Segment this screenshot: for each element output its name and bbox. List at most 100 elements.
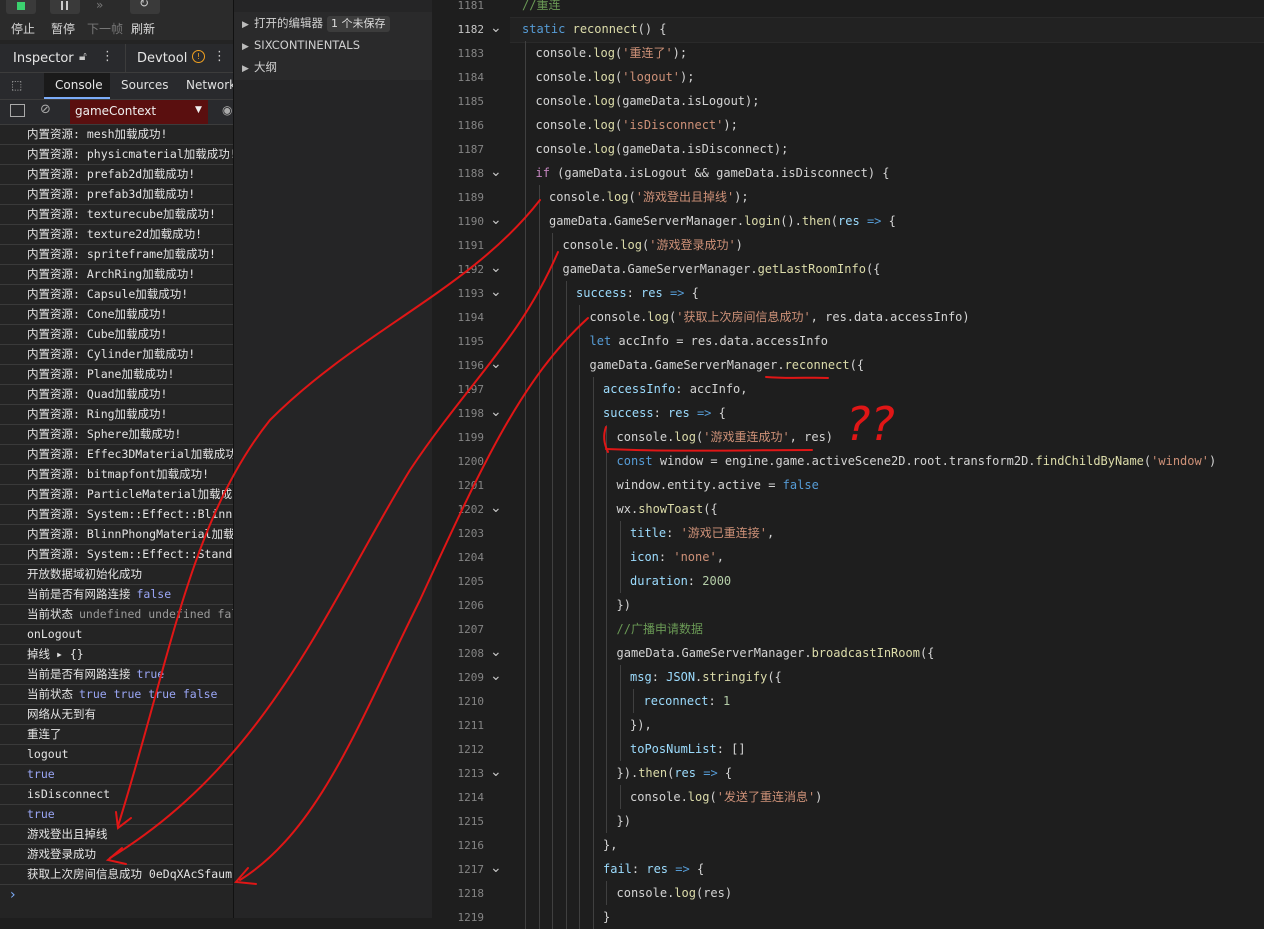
fold-chevron-icon[interactable]: ⌄ [490,285,502,299]
pause-button[interactable] [50,0,80,14]
code-line[interactable]: static reconnect() { [522,17,667,41]
indent-guide [565,857,567,881]
code-line[interactable]: console.log(res) [617,881,733,905]
console-line-value[interactable]: ▸ {} [56,647,84,661]
code-line[interactable]: }) [617,809,631,833]
code-line[interactable]: console.log('游戏重连成功', res) [617,425,834,449]
indent-guide [525,113,526,137]
code-line[interactable]: console.log('游戏登录成功') [563,233,743,257]
code-line[interactable]: }), [630,713,652,737]
indent-guide [552,401,553,425]
code-line[interactable]: reconnect: 1 [644,689,731,713]
indent-guide [592,401,594,425]
fold-chevron-icon[interactable]: ⌄ [490,765,502,779]
code-line[interactable]: success: res => { [576,281,699,305]
stop-button[interactable] [6,0,36,14]
console-line-text: 内置资源: spriteframe加载成功! [27,247,216,261]
eye-icon[interactable]: ◉ [222,103,232,117]
tab-sources[interactable]: Sources [121,78,168,92]
indent-guide [525,689,526,713]
more-icon-2[interactable]: ⋮ [213,49,226,64]
fold-chevron-icon[interactable]: ⌄ [490,669,502,683]
clear-console-icon[interactable]: ⊘ [40,102,51,117]
code-line[interactable]: msg: JSON.stringify({ [630,665,782,689]
code-line[interactable]: gameData.GameServerManager.broadcastInRo… [617,641,935,665]
fold-chevron-icon[interactable]: ⌄ [490,21,502,35]
fold-chevron-icon[interactable]: ⌄ [490,357,502,371]
code-line[interactable]: console.log('发送了重连消息') [630,785,822,809]
indent-guide [538,425,540,449]
indent-guide [525,833,526,857]
code-line[interactable]: console.log(gameData.isDisconnect); [536,137,789,161]
indent-guide [592,473,594,497]
console-line-text: 内置资源: Capsule加载成功! [27,287,189,301]
code-line[interactable]: icon: 'none', [630,545,724,569]
code-line[interactable]: console.log('isDisconnect'); [536,113,738,137]
indent-guide [565,377,567,401]
explorer-section[interactable]: ▶ 大纲 [234,56,432,78]
indent-guide [565,281,567,305]
code-line[interactable]: let accInfo = res.data.accessInfo [590,329,828,353]
fold-chevron-icon[interactable]: ⌄ [490,165,502,179]
console-line: isDisconnect [0,785,233,805]
code-line[interactable]: accessInfo: accInfo, [603,377,748,401]
tab-console[interactable]: Console [44,73,110,99]
line-number: 1199 [457,431,485,444]
explorer-section[interactable]: ▶ 打开的编辑器 1 个未保存 [234,12,432,34]
more-icon[interactable]: ⋮ [101,49,114,64]
explorer-list: ▶ 打开的编辑器 1 个未保存 ▶ SIXCONTINENTALS ▶ 大纲 [234,12,432,80]
console-prompt-icon[interactable]: › [10,887,16,903]
code-line[interactable]: console.log(gameData.isLogout); [536,89,760,113]
code-line[interactable]: console.log('获取上次房间信息成功', res.data.acces… [590,305,970,329]
refresh-button[interactable]: ↻ [130,0,160,14]
sidebar-toggle-icon[interactable] [10,104,25,117]
code-line[interactable]: gameData.GameServerManager.login().then(… [549,209,896,233]
code-area[interactable]: //重连 static reconnect() {console.log('重连了… [510,0,1264,929]
fold-chevron-icon[interactable]: ⌄ [490,645,502,659]
code-line[interactable]: } [603,905,610,929]
code-line[interactable]: toPosNumList: [] [630,737,746,761]
console-line: 内置资源: Capsule加载成功! [0,285,233,305]
indent-guide [592,665,594,689]
context-select[interactable]: gameContext ▼ [70,100,208,124]
explorer-section[interactable]: ▶ SIXCONTINENTALS [234,34,432,56]
code-line[interactable]: }).then(res => { [617,761,733,785]
indent-guide [619,521,621,545]
code-line[interactable]: window.entity.active = false [617,473,819,497]
code-line[interactable]: gameData.GameServerManager.getLastRoomIn… [563,257,881,281]
tab-devtool[interactable]: Devtool [137,51,187,66]
tab-inspector[interactable]: Inspector [13,51,74,66]
code-editor[interactable]: 1181 1182 ⌄ 1183 1184 1185 1186 1187 1188 ⌄ 1189 11… [432,0,1264,929]
code-line[interactable]: console.log('重连了'); [536,41,688,65]
fold-chevron-icon[interactable]: ⌄ [490,861,502,875]
indent-guide [619,713,621,737]
code-line[interactable]: fail: res => { [603,857,704,881]
code-line[interactable]: console.log('logout'); [536,65,695,89]
code-line[interactable]: gameData.GameServerManager.reconnect({ [590,353,865,377]
indent-guide [606,737,607,761]
fold-chevron-icon[interactable]: ⌄ [490,261,502,275]
code-line[interactable]: console.log('游戏登出且掉线'); [549,185,749,209]
unsaved-badge: 1 个未保存 [327,16,390,32]
code-line[interactable]: }) [617,593,631,617]
code-line[interactable]: title: '游戏已重连接', [630,521,774,545]
code-line[interactable]: duration: 2000 [630,569,731,593]
code-line[interactable]: success: res => { [603,401,726,425]
code-line[interactable]: if (gameData.isLogout && gameData.isDisc… [536,161,890,185]
indent-guide [552,257,553,281]
line-number: 1192 [457,263,485,276]
fold-chevron-icon[interactable]: ⌄ [490,213,502,227]
inspect-element-icon[interactable]: ⬚ [11,78,22,92]
code-line[interactable]: //广播申请数据 [617,617,703,641]
indent-guide [592,377,594,401]
code-line[interactable]: //重连 [522,0,560,17]
code-line[interactable]: }, [603,833,617,857]
fold-chevron-icon[interactable]: ⌄ [490,501,502,515]
lock-icon[interactable]: 🔓︎ [79,49,87,64]
indent-guide [592,689,594,713]
code-line[interactable]: wx.showToast({ [617,497,718,521]
fold-chevron-icon[interactable]: ⌄ [490,405,502,419]
code-line[interactable]: const window = engine.game.activeScene2D… [617,449,1217,473]
tab-network[interactable]: Network [186,78,233,92]
chevron-down-icon: ▼ [195,105,202,115]
